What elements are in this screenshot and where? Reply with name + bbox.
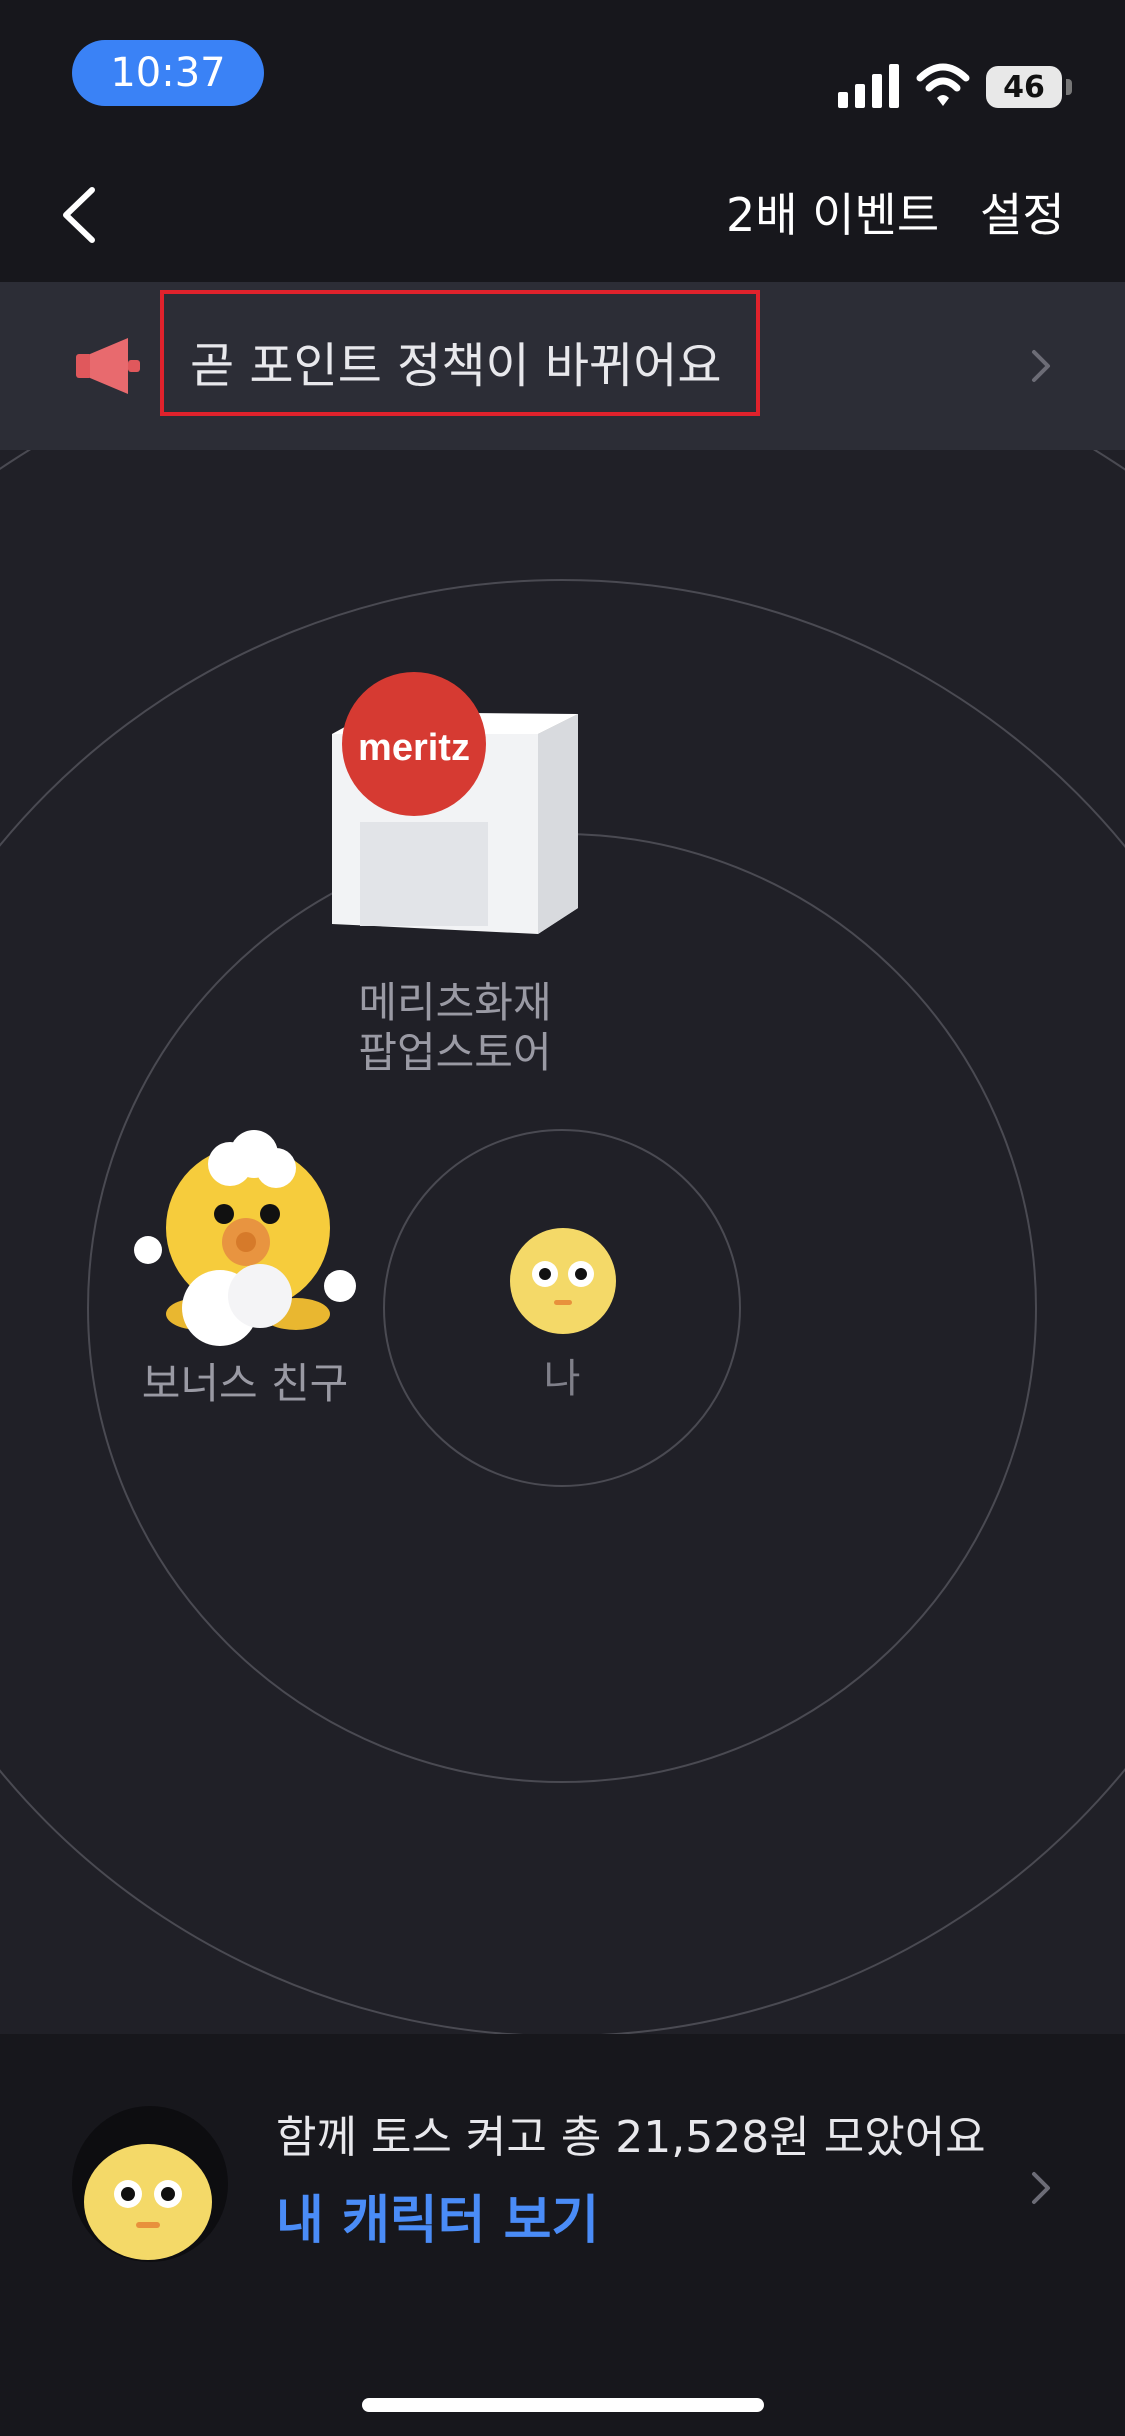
character-avatar-icon	[84, 2144, 212, 2260]
popup-store-label-line2: 팝업스토어	[358, 1028, 552, 1077]
event-button[interactable]: 2배 이벤트	[726, 180, 939, 250]
avatar	[72, 2106, 228, 2262]
bonus-friend-label: 보너스 친구	[141, 1359, 349, 1408]
points-summary-text: 함께 토스 켜고 총 21,528원 모았어요	[276, 2112, 986, 2163]
chevron-right-icon	[1032, 350, 1050, 382]
my-character-label: 나	[543, 1356, 581, 1402]
store-badge-text: meritz	[358, 727, 470, 769]
bottom-card[interactable]: 함께 토스 켜고 총 21,528원 모았어요 내 캐릭터 보기	[0, 2034, 1125, 2436]
popup-store-label: 메리츠화재 팝업스토어	[300, 978, 610, 1078]
chevron-right-icon	[1032, 2172, 1050, 2204]
battery-icon: 46	[986, 66, 1062, 108]
battery-tip	[1066, 79, 1072, 95]
megaphone-icon	[76, 338, 140, 394]
nav-bar: 2배 이벤트 설정	[0, 150, 1125, 282]
status-bar: 10:37 46	[0, 0, 1125, 150]
status-time: 10:37	[72, 40, 264, 106]
home-indicator	[362, 2398, 764, 2412]
wifi-icon	[916, 63, 970, 106]
notice-banner[interactable]: 곧 포인트 정책이 바뀌어요	[0, 282, 1125, 450]
signal-icon	[838, 64, 899, 108]
bonus-friend-icon[interactable]	[130, 1118, 370, 1358]
popup-store-label-line1: 메리츠화재	[358, 978, 552, 1027]
popup-store-icon[interactable]: meritz	[328, 672, 588, 952]
settings-button[interactable]: 설정	[980, 180, 1065, 250]
radar-map: meritz 메리츠화재 팝업스토어 보너스 친구 나	[0, 450, 1125, 2034]
view-my-character-link[interactable]: 내 캐릭터 보기	[276, 2186, 599, 2256]
notice-text: 곧 포인트 정책이 바뀌어요	[190, 338, 722, 394]
my-character-icon[interactable]	[508, 1226, 618, 1336]
chevron-left-icon[interactable]	[46, 180, 116, 250]
